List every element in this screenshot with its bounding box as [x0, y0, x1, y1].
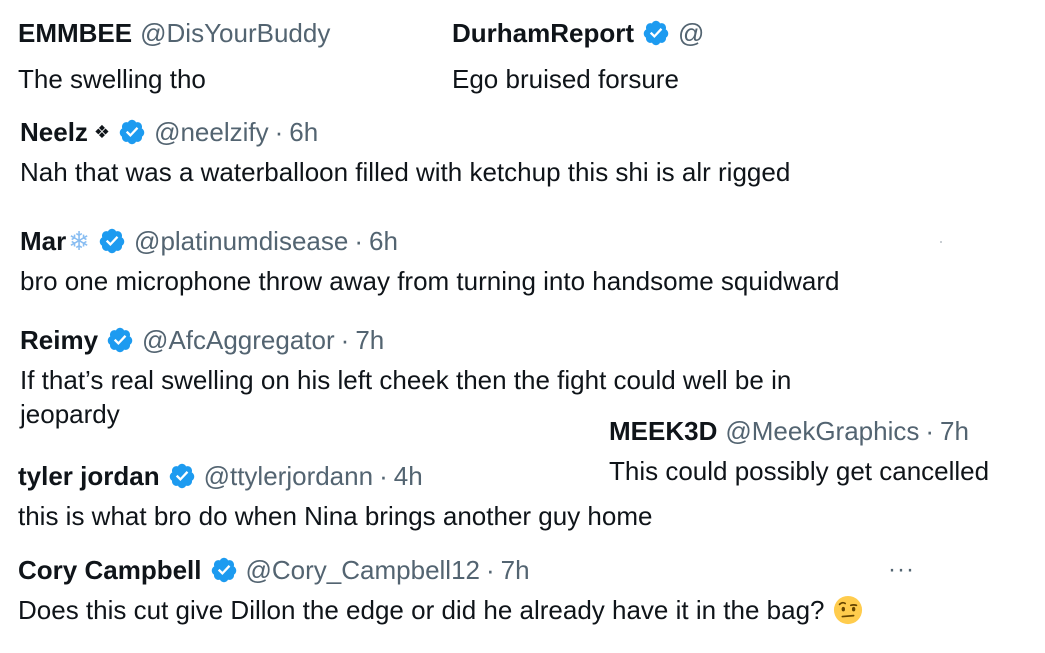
tweet-tyler-jordan: tyler jordan @ttylerjordann · 4h this is…	[18, 459, 652, 533]
stray-dot	[940, 241, 942, 243]
verified-badge-icon	[106, 326, 134, 354]
author-name[interactable]: DurhamReport	[452, 16, 634, 50]
timestamp[interactable]: 7h	[501, 553, 530, 587]
author-name[interactable]: Cory Campbell	[18, 553, 202, 587]
tweet-text: this is what bro do when Nina brings ano…	[18, 501, 653, 531]
author-handle[interactable]: @ttylerjordann	[204, 459, 373, 493]
tweet-meek3d: MEEK3D @MeekGraphics · 7h This could pos…	[609, 414, 989, 488]
verified-badge-icon	[642, 19, 670, 47]
author-handle[interactable]: @	[678, 16, 704, 50]
author-handle[interactable]: @MeekGraphics	[725, 414, 919, 448]
author-name[interactable]: MEEK3D	[609, 414, 717, 448]
tweet-header: Cory Campbell @Cory_Campbell12 · 7h	[18, 553, 863, 587]
separator-dot: ·	[925, 416, 935, 446]
author-name[interactable]: Neelz	[20, 115, 88, 149]
separator-dot: ·	[486, 555, 495, 585]
separator-dot: ·	[379, 461, 388, 491]
timestamp[interactable]: 7h	[355, 323, 384, 357]
timestamp[interactable]: 6h	[369, 224, 398, 258]
tweet-header: MEEK3D @MeekGraphics · 7h	[609, 414, 989, 448]
timestamp[interactable]: 7h	[940, 414, 969, 448]
tweet-text: Nah that was a waterballoon filled with …	[20, 157, 791, 187]
raised-eyebrow-emoji-icon	[833, 595, 863, 625]
author-name[interactable]: Mar	[20, 224, 66, 258]
author-handle[interactable]: @Cory_Campbell12	[246, 553, 481, 587]
author-name[interactable]: Reimy	[20, 323, 98, 357]
more-options-button[interactable]: ···	[888, 558, 915, 582]
verified-badge-icon	[210, 556, 238, 584]
author-handle[interactable]: @neelzify	[154, 115, 269, 149]
snowflake-icon: ❄	[68, 226, 91, 256]
tweet-header: Reimy @AfcAggregator · 7h	[20, 323, 791, 357]
tweet-header: EMMBEE @DisYourBuddy	[18, 16, 330, 50]
tweet-mar: Mar ❄ @platinumdisease · 6h bro one micr…	[20, 224, 839, 298]
tweet-cory-campbell: Cory Campbell @Cory_Campbell12 · 7h Does…	[18, 553, 863, 627]
verified-badge-icon	[118, 118, 146, 146]
timestamp[interactable]: 4h	[394, 459, 423, 493]
verified-badge-icon	[98, 227, 126, 255]
tweet-text: Does this cut give Dillon the edge or di…	[18, 593, 863, 627]
timestamp[interactable]: 6h	[289, 115, 318, 149]
tweet-emmbee: EMMBEE @DisYourBuddy The swelling tho	[18, 16, 330, 96]
separator-dot: ·	[340, 325, 350, 355]
tweet-header: Neelz ❖ @neelzify · 6h	[20, 115, 790, 149]
tweet-text: The swelling tho	[18, 64, 206, 94]
verified-badge-icon	[168, 462, 196, 490]
tweet-text-content: Does this cut give Dillon the edge or di…	[18, 595, 825, 625]
author-handle[interactable]: @AfcAggregator	[142, 323, 335, 357]
separator-dot: ·	[274, 117, 284, 147]
tweet-text: Ego bruised forsure	[452, 64, 679, 94]
author-handle[interactable]: @platinumdisease	[134, 224, 348, 258]
tweet-text: This could possibly get cancelled	[609, 456, 990, 486]
diamond-icon: ❖	[93, 122, 111, 142]
separator-dot: ·	[354, 226, 364, 256]
tweet-header: Mar ❄ @platinumdisease · 6h	[20, 224, 839, 258]
author-handle[interactable]: @DisYourBuddy	[140, 16, 330, 50]
author-name[interactable]: EMMBEE	[18, 16, 132, 50]
tweet-header: DurhamReport @	[452, 16, 704, 50]
author-name[interactable]: tyler jordan	[18, 459, 160, 493]
tweet-text: bro one microphone throw away from turni…	[20, 266, 840, 296]
tweet-header: tyler jordan @ttylerjordann · 4h	[18, 459, 652, 493]
tweet-neelz: Neelz ❖ @neelzify · 6h Nah that was a wa…	[20, 115, 790, 189]
tweet-durhamreport: DurhamReport @ Ego bruised forsure	[452, 16, 704, 96]
tweet-text-line-1: If that’s real swelling on his left chee…	[20, 365, 792, 395]
